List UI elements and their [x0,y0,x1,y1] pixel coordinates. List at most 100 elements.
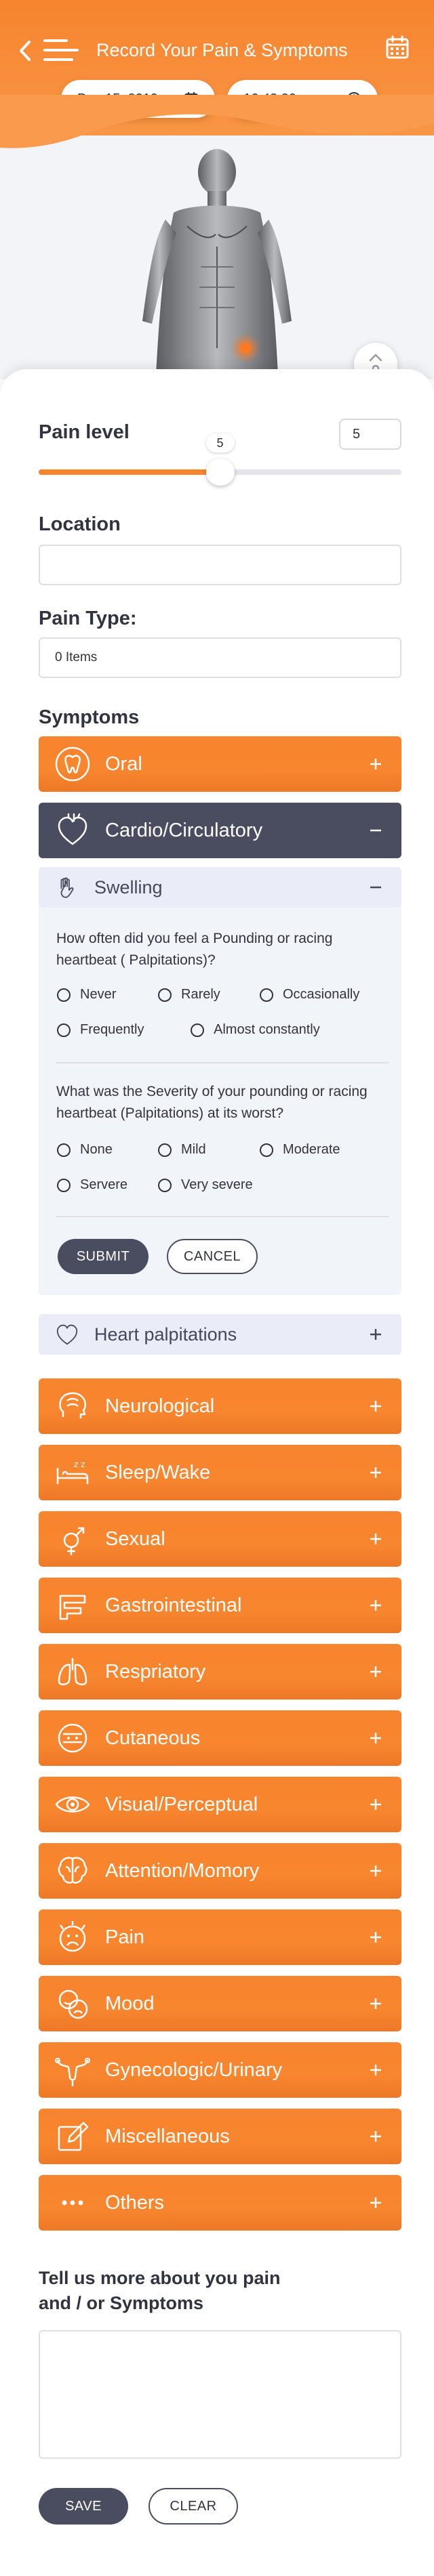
accordion-cardio-label: Cardio/Circulatory [105,819,263,841]
notes-label-line2: and / or Symptoms [39,2293,204,2313]
question-frequency: How often did you feel a Pounding or rac… [56,931,333,968]
accordion-label: Others [105,2191,165,2214]
location-label: Location [39,513,121,535]
accordion-label: Mood [105,1992,155,2014]
face-skin-icon [58,1723,87,1753]
accordion-label: Sexual [105,1527,165,1550]
accordion-swelling[interactable]: Swelling [39,867,401,908]
accordion-pain[interactable]: Pain [39,1909,401,1965]
plus-icon [370,1600,381,1611]
human-body-image[interactable] [136,145,298,375]
submit-button[interactable]: SUBMIT [58,1239,149,1274]
accordion-others[interactable]: Others [39,2175,401,2231]
clear-button[interactable]: CLEAR [149,2488,238,2525]
radio-mild[interactable]: Mild [158,1142,206,1158]
symptoms-label: Symptoms [39,706,140,728]
edit-icon [58,2121,89,2151]
intestine-icon [59,1595,86,1620]
back-button[interactable] [16,37,34,64]
accordion-respriatory[interactable]: Respriatory [39,1644,401,1699]
accordion-gastrointestinal[interactable]: Gastrointestinal [39,1578,401,1633]
radio-almost-constantly[interactable]: Almost constantly [191,1022,320,1038]
plus-icon [370,2131,381,2142]
radio-label: Moderate [283,1142,340,1157]
accordion-label: Pain [105,1926,145,1948]
accordion-gynecologic-urinary[interactable]: Gynecologic/Urinary [39,2042,401,2098]
lungs-icon [58,1658,87,1685]
menu-button[interactable] [43,38,81,62]
accordion-label: Attention/Momory [105,1859,260,1882]
brain-icon [58,1857,87,1884]
chevron-left-icon [20,41,31,61]
page-title: Record Your Pain & Symptoms [96,40,348,60]
radio-none[interactable]: None [57,1142,113,1158]
minus-icon [370,829,381,832]
plus-icon [370,2065,381,2075]
plus-icon [370,2197,381,2208]
heart-icon [56,1324,78,1345]
accordion-mood[interactable]: Mood [39,1976,401,2031]
accordion-label: Sleep/Wake [105,1461,211,1483]
save-button[interactable]: SAVE [39,2488,128,2525]
pain-type-value: 0 Items [55,650,98,664]
more-dots-icon [62,2200,83,2205]
mood-faces-icon [58,1989,88,2019]
cancel-button[interactable]: CANCEL [167,1239,258,1274]
accordion-cutaneous[interactable]: Cutaneous [39,1710,401,1766]
calendar-button[interactable] [385,35,412,62]
accordion-miscellaneous[interactable]: Miscellaneous [39,2109,401,2164]
notes-label-line1: Tell us more about you pain [39,2268,281,2288]
accordion-cardio[interactable]: Cardio/Circulatory [39,803,401,858]
accordion-label: Neurological [105,1395,215,1417]
pain-type-label: Pain Type: [39,608,137,629]
radio-very-severe[interactable]: Very severe [158,1177,253,1193]
accordion-label: Respriatory [105,1660,206,1683]
menu-icon-line [43,49,79,51]
radio-occasionally[interactable]: Occasionally [260,987,359,1002]
radio-dot [57,1143,71,1157]
accordion-label: Miscellaneous [105,2125,230,2147]
radio-rarely[interactable]: Rarely [158,987,220,1002]
calendar-icon [386,35,409,59]
plus-icon [370,1998,381,2009]
pain-level-input[interactable]: 5 [339,419,401,450]
radio-label: Frequently [80,1022,144,1037]
accordion-sexual[interactable]: Sexual [39,1511,401,1567]
radio-moderate[interactable]: Moderate [260,1142,340,1158]
accordion-label: Visual/Perceptual [105,1793,258,1815]
accordion-visual-perceptual[interactable]: Visual/Perceptual [39,1777,401,1832]
radio-dot [260,988,273,1002]
pain-type-select[interactable]: 0 Items [39,637,401,678]
plus-icon [370,1401,381,1412]
accordion-neurological[interactable]: Neurological [39,1378,401,1434]
radio-servere[interactable]: Servere [57,1177,127,1193]
plus-icon [370,1467,381,1478]
uterus-icon [55,2058,90,2086]
question-severity: What was the Severity of your pounding o… [56,1084,368,1121]
accordion-oral-label: Oral [105,753,142,775]
radio-frequently[interactable]: Frequently [57,1022,144,1038]
accordion-oral[interactable]: Oral [39,736,401,792]
radio-dot [260,1143,273,1157]
notes-textarea[interactable] [39,2330,401,2459]
accordion-attention-memory[interactable]: Attention/Momory [39,1843,401,1899]
radio-dot [57,1178,71,1192]
accordion-label: Gastrointestinal [105,1594,242,1616]
question-divider [56,1062,389,1063]
radio-dot [158,1143,172,1157]
radio-never[interactable]: Never [57,987,116,1002]
accordion-sleep-wake[interactable]: z z Sleep/Wake [39,1445,401,1500]
accordion-heart-palpitations-label: Heart palpitations [94,1324,237,1345]
plus-icon [370,1799,381,1810]
slider-value-tooltip: 5 [205,434,235,452]
plus-icon [370,1932,381,1943]
brain-head-icon [59,1392,86,1418]
plus-icon [370,1666,381,1677]
radio-label: Almost constantly [214,1022,320,1037]
location-input[interactable] [39,545,401,585]
slider-thumb[interactable] [205,459,235,486]
accordion-heart-palpitations[interactable]: Heart palpitations [39,1314,401,1355]
radio-dot [158,988,172,1002]
body-figure-area [0,95,434,394]
hand-icon [60,877,74,898]
